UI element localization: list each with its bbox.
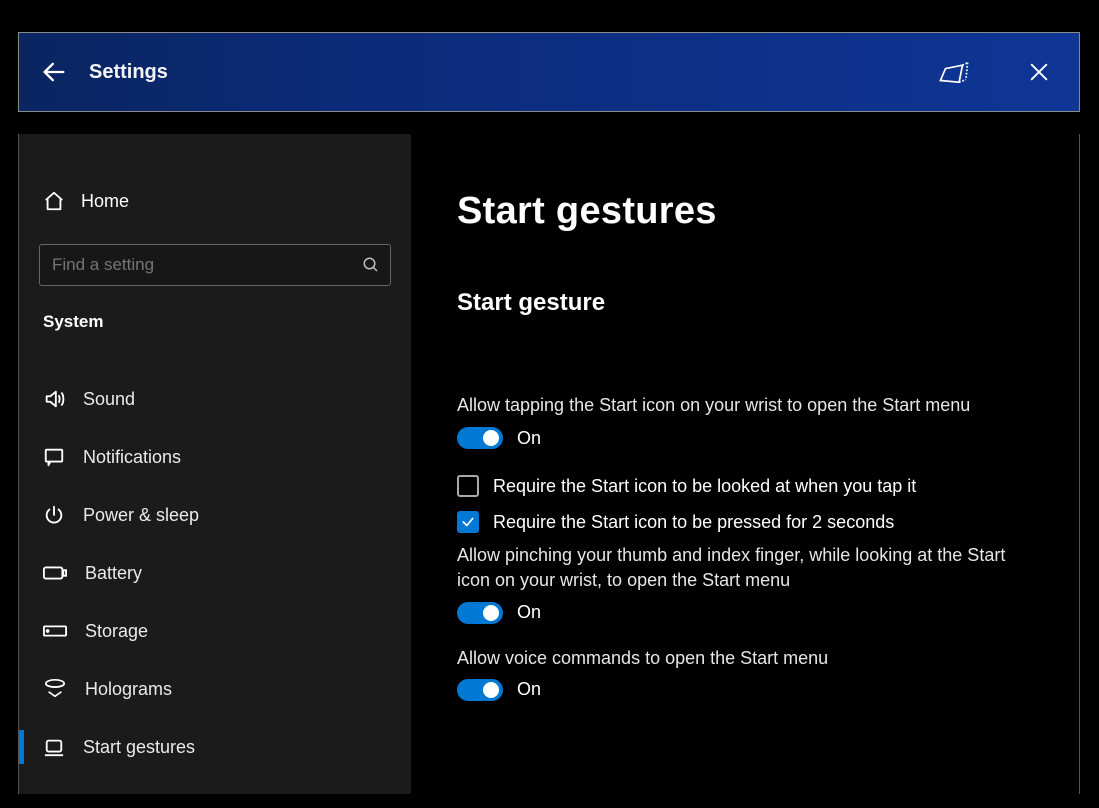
speaker-icon (43, 388, 65, 410)
setting-tap-toggle[interactable] (457, 427, 503, 449)
storage-icon (43, 624, 67, 638)
titlebar: Settings (18, 32, 1080, 112)
sidebar-item-holograms[interactable]: Holograms (39, 660, 391, 718)
setting-pinch-toggle[interactable] (457, 602, 503, 624)
search-input-container[interactable] (39, 244, 391, 286)
window-title: Settings (89, 61, 168, 84)
sidebar-item-battery[interactable]: Battery (39, 544, 391, 602)
search-icon (362, 256, 380, 274)
sidebar-item-notifications[interactable]: Notifications (39, 428, 391, 486)
sidebar-home-label: Home (81, 191, 129, 212)
sidebar-item-storage[interactable]: Storage (39, 602, 391, 660)
setting-voice-toggle[interactable] (457, 679, 503, 701)
sidebar-item-label: Power & sleep (83, 505, 199, 526)
sidebar-item-label: Notifications (83, 447, 181, 468)
window-body: Home System Sound Notifications Power & … (18, 134, 1080, 794)
gesture-icon (43, 737, 65, 757)
page-title: Start gestures (457, 190, 1033, 233)
setting-pinch-toggle-label: On (517, 602, 541, 623)
sidebar-item-label: Battery (85, 563, 142, 584)
checkbox-require-look[interactable] (457, 475, 479, 497)
search-input[interactable] (52, 255, 362, 275)
sidebar-item-label: Storage (85, 621, 148, 642)
setting-tap-toggle-label: On (517, 428, 541, 449)
setting-voice-toggle-label: On (517, 679, 541, 700)
window-mode-icon (937, 58, 971, 86)
setting-tap-description: Allow tapping the Start icon on your wri… (457, 393, 1033, 417)
sidebar-item-label: Holograms (85, 679, 172, 700)
checkbox-require-press[interactable] (457, 511, 479, 533)
sidebar-item-start-gestures[interactable]: Start gestures (39, 718, 391, 776)
sidebar-nav: Sound Notifications Power & sleep Batter… (39, 370, 391, 776)
sidebar-item-label: Start gestures (83, 737, 195, 758)
checkbox-require-look-label: Require the Start icon to be looked at w… (493, 476, 916, 497)
sidebar-item-label: Sound (83, 389, 135, 410)
setting-voice-description: Allow voice commands to open the Start m… (457, 648, 1033, 669)
close-button[interactable] (999, 33, 1079, 111)
checkbox-require-press-label: Require the Start icon to be pressed for… (493, 512, 894, 533)
window-mode-button[interactable] (909, 33, 999, 111)
power-icon (43, 504, 65, 526)
sidebar-item-sound[interactable]: Sound (39, 370, 391, 428)
main-panel: Start gestures Start gesture Allow tappi… (411, 134, 1079, 794)
holograms-icon (43, 678, 67, 700)
sidebar: Home System Sound Notifications Power & … (19, 134, 411, 794)
sidebar-section-label: System (39, 312, 391, 332)
setting-pinch-description: Allow pinching your thumb and index fing… (457, 543, 1017, 592)
sidebar-item-power-sleep[interactable]: Power & sleep (39, 486, 391, 544)
battery-icon (43, 565, 67, 581)
comment-icon (43, 446, 65, 468)
back-arrow-icon (40, 58, 68, 86)
back-button[interactable] (19, 33, 89, 111)
sidebar-item-home[interactable]: Home (39, 184, 391, 226)
close-icon (1028, 61, 1050, 83)
section-title: Start gesture (457, 289, 1033, 317)
home-icon (43, 190, 65, 212)
